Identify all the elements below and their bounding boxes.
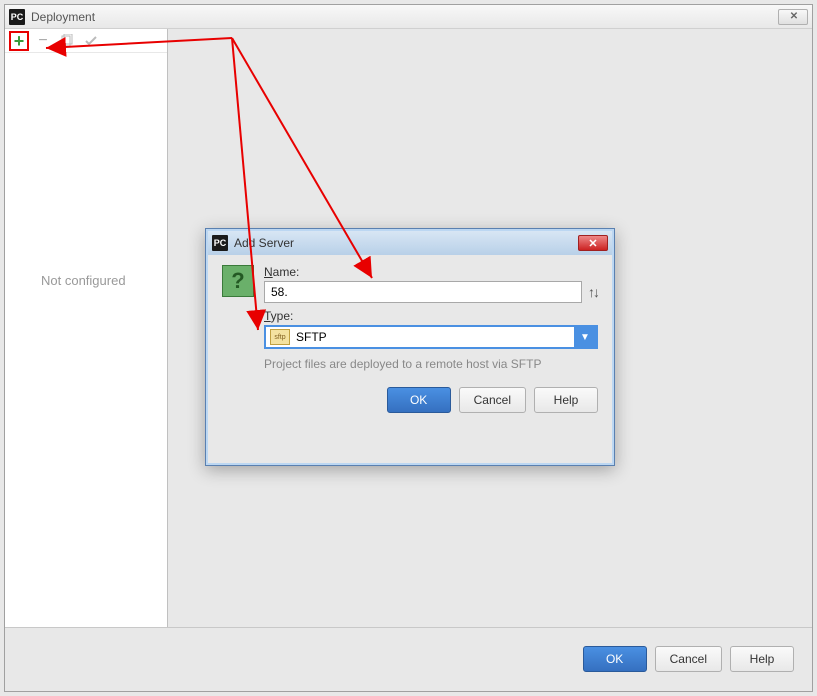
copy-button[interactable] xyxy=(57,31,77,51)
main-cancel-button[interactable]: Cancel xyxy=(655,646,722,672)
modal-help-button[interactable]: Help xyxy=(534,387,598,413)
set-default-button[interactable] xyxy=(81,31,101,51)
add-server-button[interactable]: + xyxy=(9,31,29,51)
server-name-input[interactable] xyxy=(264,281,582,303)
move-order-button[interactable]: ↑↓ xyxy=(588,284,598,300)
sidebar-toolbar: + − xyxy=(5,29,167,53)
type-value: SFTP xyxy=(294,330,574,344)
window-close-button[interactable]: ✕ xyxy=(778,9,808,25)
modal-title: Add Server xyxy=(234,236,294,250)
window-title: Deployment xyxy=(31,10,95,24)
type-label: Type: xyxy=(264,309,598,323)
chevron-down-icon: ▼ xyxy=(574,327,596,347)
main-footer: OK Cancel Help xyxy=(5,627,812,689)
modal-ok-button[interactable]: OK xyxy=(387,387,451,413)
modal-close-button[interactable]: ✕ xyxy=(578,235,608,251)
type-select[interactable]: sftp SFTP ▼ xyxy=(264,325,598,349)
main-ok-button[interactable]: OK xyxy=(583,646,647,672)
add-server-dialog: PC Add Server ✕ ? Name: ↑↓ Type: sftp xyxy=(205,228,615,466)
question-icon: ? xyxy=(222,265,254,297)
modal-titlebar: PC Add Server ✕ xyxy=(208,231,612,255)
modal-cancel-button[interactable]: Cancel xyxy=(459,387,526,413)
check-icon xyxy=(84,34,98,48)
type-hint: Project files are deployed to a remote h… xyxy=(264,357,598,371)
copy-icon xyxy=(60,34,74,48)
pycharm-icon: PC xyxy=(212,235,228,251)
sftp-icon: sftp xyxy=(270,329,290,345)
main-help-button[interactable]: Help xyxy=(730,646,794,672)
modal-body: ? Name: ↑↓ Type: sftp SFTP ▼ Project fil… xyxy=(208,255,612,377)
name-label: Name: xyxy=(264,265,598,279)
main-titlebar: PC Deployment ✕ xyxy=(5,5,812,29)
modal-footer: OK Cancel Help xyxy=(208,377,612,427)
pycharm-icon: PC xyxy=(9,9,25,25)
not-configured-label: Not configured xyxy=(41,273,126,288)
sidebar: + − Not configured xyxy=(5,29,168,627)
remove-server-button[interactable]: − xyxy=(33,31,53,51)
